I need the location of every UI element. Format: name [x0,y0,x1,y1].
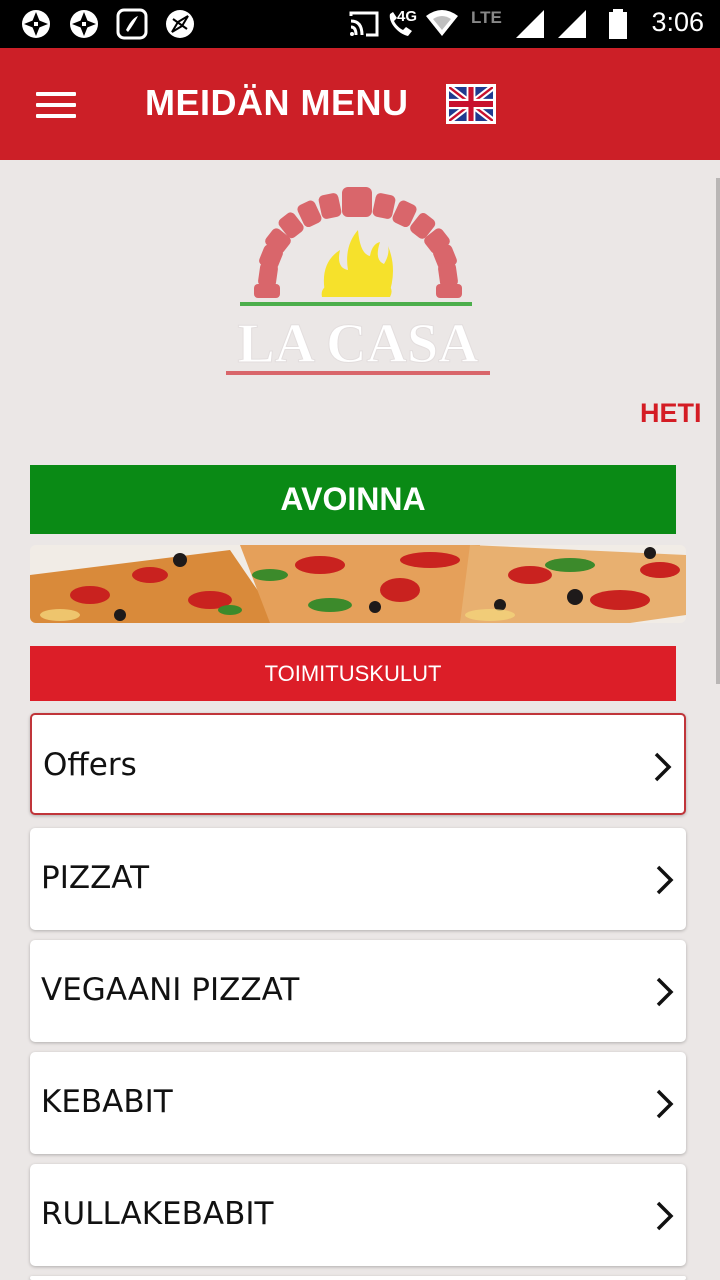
compass-icon [166,10,194,38]
status-bar: 4G LTE 3:06 [0,0,720,48]
category-kebabit[interactable]: KEBABIT [30,1052,686,1154]
category-label: RULLAKEBABIT [41,1196,274,1232]
chevron-right-icon [656,977,674,1007]
app-bar: MEIDÄN MENU [0,48,720,160]
hamburger-menu-icon[interactable] [36,92,76,118]
aperture-icon [70,10,98,38]
aperture-icon [22,10,50,38]
category-pizzat[interactable]: PIZZAT [30,828,686,930]
chevron-right-icon [654,752,672,782]
delivery-fees-button[interactable]: TOIMITUSKULUT [30,646,676,701]
pizza-banner-image [30,545,686,623]
category-next-partial[interactable] [30,1276,686,1280]
restaurant-logo: LA CASA [226,187,490,376]
chevron-right-icon [656,865,674,895]
page-title: MEIDÄN MENU [145,82,409,123]
category-label: PIZZAT [41,860,150,896]
saavn-icon [116,8,148,40]
category-rullakebabit[interactable]: RULLAKEBABIT [30,1164,686,1266]
category-offers[interactable]: Offers [30,713,686,815]
cast-icon [349,11,379,37]
logo-text: LA CASA [237,313,479,375]
category-vegaani-pizzat[interactable]: VEGAANI PIZZAT [30,940,686,1042]
battery-icon [609,9,627,39]
category-label: VEGAANI PIZZAT [41,972,300,1008]
network-type-label: 4G [397,8,418,25]
scrollbar[interactable] [716,178,720,684]
open-status-bar: AVOINNA [30,465,676,534]
signal-icon [516,10,544,38]
lte-label: LTE [471,8,502,27]
clock: 3:06 [651,7,704,37]
category-label: Offers [43,747,137,783]
signal-icon [558,10,586,38]
marquee-text: HETI [640,398,702,428]
chevron-right-icon [656,1089,674,1119]
chevron-right-icon [656,1201,674,1231]
wifi-icon [426,10,458,36]
category-label: KEBABIT [41,1084,173,1120]
uk-flag-icon[interactable] [446,84,496,124]
